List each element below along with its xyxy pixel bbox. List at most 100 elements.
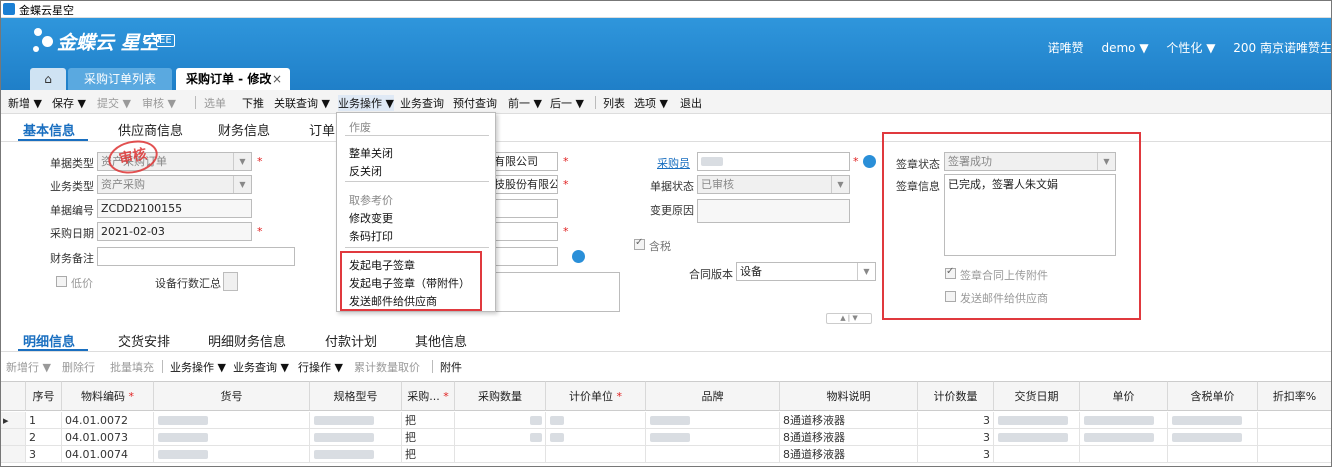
submit-button[interactable]: 提交 ▼ bbox=[97, 95, 131, 111]
detail-tab-other[interactable]: 其他信息 bbox=[415, 331, 467, 350]
purchase-date-label: 采购日期 bbox=[50, 227, 94, 240]
logo-badge: EE bbox=[156, 34, 175, 47]
menu-item-barcode-print[interactable]: 条码打印 bbox=[349, 228, 393, 244]
section-tab-order[interactable]: 订单 bbox=[309, 120, 335, 139]
list-button[interactable]: 列表 bbox=[603, 95, 625, 111]
sync-icon[interactable] bbox=[572, 250, 585, 263]
biz-type-field[interactable]: 资产采购 ▼ bbox=[97, 175, 252, 194]
buyer-field[interactable] bbox=[697, 152, 850, 171]
mid-field-5[interactable] bbox=[490, 247, 558, 266]
col-header[interactable]: 采购... * bbox=[402, 381, 455, 411]
change-reason-label: 变更原因 bbox=[650, 204, 694, 217]
push-button[interactable]: 下推 bbox=[242, 95, 264, 111]
highlight-menu-box bbox=[340, 251, 482, 311]
col-header[interactable]: 规格型号 bbox=[310, 381, 402, 411]
row-ops-button[interactable]: 行操作 ▼ bbox=[298, 359, 343, 375]
col-header[interactable]: 单价 bbox=[1080, 381, 1168, 411]
sync-icon[interactable] bbox=[863, 155, 876, 168]
prev-button[interactable]: 前一 ▼ bbox=[508, 95, 542, 111]
chevron-down-icon: ▼ bbox=[233, 153, 251, 170]
section-tab-finance[interactable]: 财务信息 bbox=[218, 120, 270, 139]
buyer-link[interactable]: 采购员 bbox=[657, 155, 690, 171]
chevron-down-icon: ▼ bbox=[831, 176, 849, 193]
device-summary-label: 设备行数汇总 bbox=[155, 277, 221, 290]
select-button[interactable]: 选单 bbox=[204, 95, 226, 111]
collapse-toggle[interactable]: ▲ | ▼ bbox=[826, 313, 872, 324]
related-query-button[interactable]: 关联查询 ▼ bbox=[274, 95, 330, 111]
menu-item-close-order[interactable]: 整单关闭 bbox=[349, 145, 393, 161]
menu-item-reopen[interactable]: 反关闭 bbox=[349, 163, 382, 179]
tab-edit-label: 采购订单 - 修改 bbox=[186, 72, 272, 86]
org-selector[interactable]: 200 南京诺唯赞生 bbox=[1233, 41, 1332, 55]
col-header[interactable]: 折扣率% bbox=[1258, 381, 1332, 411]
doc-no-label: 单据编号 bbox=[50, 204, 94, 217]
detail-tab-detail[interactable]: 明细信息 bbox=[23, 331, 75, 350]
tab-purchase-order-edit[interactable]: 采购订单 - 修改 × bbox=[176, 68, 290, 90]
logo-text: 金蝶云 星空 bbox=[57, 32, 159, 54]
tax-label: 含税 bbox=[649, 240, 671, 253]
col-header[interactable]: 含税单价 bbox=[1168, 381, 1258, 411]
col-header[interactable]: 计价单位 * bbox=[546, 381, 646, 411]
add-row-button[interactable]: 新增行 ▼ bbox=[6, 359, 51, 375]
user-name[interactable]: 诺唯赞 bbox=[1048, 41, 1084, 55]
detail-biz-ops-button[interactable]: 业务操作 ▼ bbox=[170, 359, 226, 375]
tab-home[interactable]: ⌂ bbox=[30, 68, 66, 90]
main-toolbar: 新增 ▼ 保存 ▼ 提交 ▼ 审核 ▼ 选单 下推 关联查询 ▼ 业务操作 ▼ … bbox=[0, 90, 1332, 114]
prepay-query-button[interactable]: 预付查询 bbox=[453, 95, 497, 111]
mid-textarea[interactable] bbox=[490, 272, 620, 312]
tab-purchase-order-list[interactable]: 采购订单列表 bbox=[68, 68, 172, 90]
biz-query-button[interactable]: 业务查询 bbox=[400, 95, 444, 111]
personalize-menu[interactable]: 个性化 ▼ bbox=[1166, 41, 1215, 55]
save-button[interactable]: 保存 ▼ bbox=[52, 95, 86, 111]
detail-tab-finance[interactable]: 明细财务信息 bbox=[208, 331, 286, 350]
finance-note-label: 财务备注 bbox=[50, 252, 94, 265]
options-button[interactable]: 选项 ▼ bbox=[634, 95, 668, 111]
device-summary-field[interactable] bbox=[223, 272, 238, 291]
audit-button[interactable]: 审核 ▼ bbox=[142, 95, 176, 111]
low-price-label: 低价 bbox=[71, 277, 93, 290]
supply-org-field[interactable]: 技股份有限公 bbox=[490, 175, 558, 194]
cumulative-price-button[interactable]: 累计数量取价 bbox=[354, 359, 420, 375]
menu-item-ref-price[interactable]: 取参考价 bbox=[349, 192, 393, 208]
contract-version-field[interactable]: 设备 ▼ bbox=[736, 262, 876, 281]
col-header[interactable]: 交货日期 bbox=[994, 381, 1080, 411]
contract-version-label: 合同版本 bbox=[689, 268, 733, 281]
delete-row-button[interactable]: 删除行 bbox=[62, 359, 95, 375]
col-header[interactable]: 序号 bbox=[26, 381, 62, 411]
next-button[interactable]: 后一 ▼ bbox=[550, 95, 584, 111]
account-menu[interactable]: demo ▼ bbox=[1101, 41, 1148, 55]
section-tab-supplier[interactable]: 供应商信息 bbox=[118, 120, 183, 139]
window-titlebar: 金蝶云星空 bbox=[0, 0, 1332, 18]
col-header[interactable]: 品牌 bbox=[646, 381, 780, 411]
detail-biz-query-button[interactable]: 业务查询 ▼ bbox=[233, 359, 289, 375]
doc-status-label: 单据状态 bbox=[650, 180, 694, 193]
section-tab-basic[interactable]: 基本信息 bbox=[23, 120, 75, 139]
doc-no-field[interactable]: ZCDD2100155 bbox=[97, 199, 252, 218]
new-button[interactable]: 新增 ▼ bbox=[8, 95, 42, 111]
col-header[interactable]: 物料说明 bbox=[780, 381, 918, 411]
detail-tab-payment[interactable]: 付款计划 bbox=[325, 331, 377, 350]
col-header[interactable]: 货号 bbox=[154, 381, 310, 411]
batch-fill-button[interactable]: 批量填充 bbox=[110, 359, 154, 375]
app-icon bbox=[3, 3, 15, 15]
change-reason-field[interactable] bbox=[697, 199, 850, 223]
col-header[interactable]: 采购数量 bbox=[455, 381, 546, 411]
doc-status-field: 已审核 ▼ bbox=[697, 175, 850, 194]
detail-tab-delivery[interactable]: 交货安排 bbox=[118, 331, 170, 350]
tax-checkbox[interactable] bbox=[634, 237, 645, 250]
mid-field-3[interactable] bbox=[490, 199, 558, 218]
finance-note-field[interactable] bbox=[97, 247, 295, 266]
exit-button[interactable]: 退出 bbox=[680, 95, 702, 111]
attachment-button[interactable]: 附件 bbox=[440, 359, 462, 375]
low-price-checkbox[interactable] bbox=[56, 276, 67, 287]
biz-ops-button[interactable]: 业务操作 ▼ bbox=[338, 95, 394, 111]
audit-stamp: 审核 bbox=[105, 136, 161, 178]
menu-item-modify-change[interactable]: 修改变更 bbox=[349, 210, 393, 226]
col-header[interactable]: 物料编码 * bbox=[62, 381, 154, 411]
purchase-date-field[interactable]: 2021-02-03 bbox=[97, 222, 252, 241]
mid-field-4[interactable] bbox=[490, 222, 558, 241]
col-header[interactable]: 计价数量 bbox=[918, 381, 994, 411]
menu-item-void[interactable]: 作废 bbox=[349, 119, 371, 135]
supplier-field[interactable]: 有限公司 bbox=[490, 152, 558, 171]
close-icon[interactable]: × bbox=[272, 68, 282, 90]
